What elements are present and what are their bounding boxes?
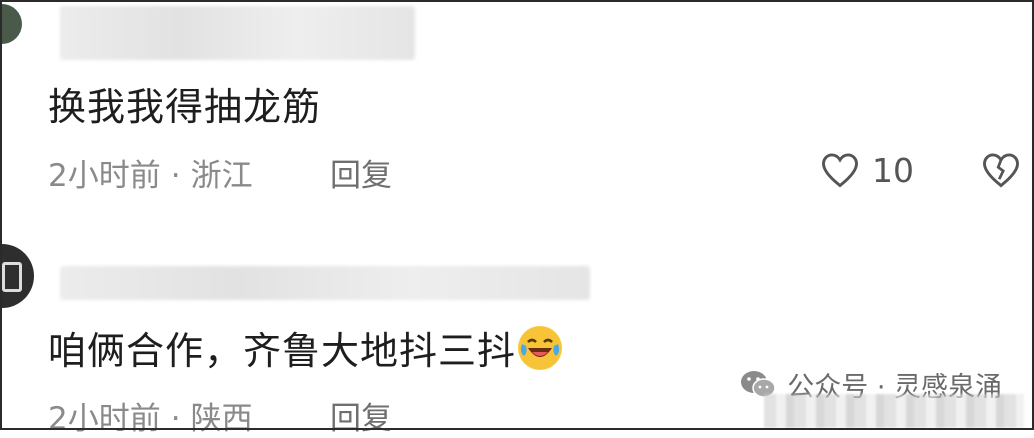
laughing-crying-emoji-icon — [518, 326, 563, 370]
timestamp: 2小时前 — [48, 401, 161, 437]
comment-text-content: 咱俩合作，齐鲁大地抖三抖 — [48, 329, 517, 373]
watermark-blur — [764, 394, 1024, 428]
like-button[interactable]: 10 — [818, 148, 914, 192]
location: 浙江 — [190, 158, 253, 194]
timestamp: 2小时前 — [48, 158, 161, 194]
comment-meta: 2小时前 · 浙江 — [48, 150, 253, 195]
reply-button[interactable]: 回复 — [330, 393, 392, 438]
reply-button[interactable]: 回复 — [330, 150, 392, 195]
username-blurred[interactable] — [60, 6, 415, 60]
avatar[interactable] — [0, 4, 22, 44]
avatar[interactable] — [0, 244, 34, 308]
heart-icon — [822, 153, 858, 188]
location: 陕西 — [190, 401, 253, 437]
comment-text: 咱俩合作，齐鲁大地抖三抖 — [48, 320, 563, 375]
separator: · — [170, 158, 181, 194]
comment-text: 换我我得抽龙筋 — [48, 85, 322, 129]
separator: · — [170, 401, 181, 437]
like-count: 10 — [872, 150, 914, 190]
username-blurred[interactable] — [60, 266, 590, 300]
comment-meta: 2小时前 · 陕西 — [48, 393, 253, 438]
dislike-heart-icon[interactable] — [978, 148, 1024, 192]
